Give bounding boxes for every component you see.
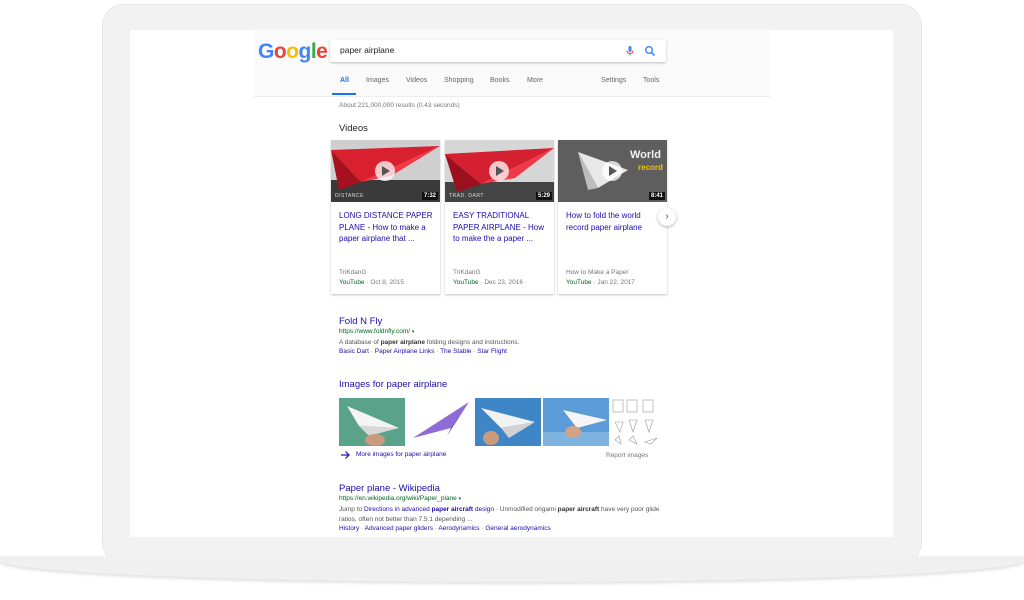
result-title[interactable]: Paper plane - Wikipedia — [339, 483, 440, 494]
search-icon[interactable] — [644, 45, 656, 57]
image-result[interactable] — [611, 398, 661, 446]
tab-books[interactable]: Books — [490, 77, 509, 84]
video-date: · Oct 8, 2015 — [364, 279, 404, 286]
search-input[interactable]: paper airplane — [340, 45, 394, 55]
arrow-right-icon[interactable] — [340, 450, 350, 460]
tab-tools[interactable]: Tools — [643, 77, 659, 84]
result-url[interactable]: https://www.foldnfly.com/ ▾ — [339, 328, 414, 335]
sitelinks: Basic Dart · Paper Airplane Links · The … — [339, 348, 507, 355]
result-title[interactable]: Fold N Fly — [339, 316, 382, 327]
paper-plane-photo — [339, 398, 405, 446]
sitelink[interactable]: Basic Dart — [339, 348, 369, 355]
video-title[interactable]: EASY TRADITIONAL PAPER AIRPLANE - How to… — [453, 210, 549, 245]
paper-plane-photo — [407, 398, 473, 446]
microphone-icon[interactable] — [624, 45, 636, 57]
video-source: YouTube · Dec 23, 2016 — [453, 279, 523, 286]
video-source: YouTube · Oct 8, 2015 — [339, 279, 404, 286]
thumbnail-caption: DISTANCE — [335, 193, 364, 199]
video-card[interactable]: TRAD. DART 5:29 EASY TRADITIONAL PAPER A… — [445, 140, 554, 294]
video-thumbnail[interactable]: TRAD. DART 5:29 — [445, 140, 554, 202]
google-logo[interactable]: Google — [258, 40, 328, 64]
video-duration: 5:29 — [535, 192, 552, 200]
result-snippet: Jump to Directions in advanced paper air… — [339, 506, 660, 523]
play-icon[interactable] — [489, 161, 509, 181]
tab-settings[interactable]: Settings — [601, 77, 626, 84]
carousel-next-button[interactable]: › — [658, 208, 676, 226]
active-tab-indicator — [332, 93, 356, 95]
video-duration: 8:41 — [648, 192, 665, 200]
video-card[interactable]: DISTANCE 7:32 LONG DISTANCE PAPER PLANE … — [331, 140, 440, 294]
video-platform: YouTube — [453, 279, 479, 286]
video-date: · Dec 23, 2016 — [478, 279, 523, 286]
image-result[interactable] — [475, 398, 541, 446]
sitelink[interactable]: The Stable — [440, 348, 471, 355]
video-channel: How to Make a Paper — [566, 269, 629, 276]
image-result[interactable] — [339, 398, 405, 446]
video-thumbnail[interactable]: World record 8:41 — [558, 140, 667, 202]
sitelink[interactable]: Star Flight — [477, 348, 507, 355]
sitelink[interactable]: Aerodynamics — [438, 525, 479, 532]
browser-screen: Google paper airplane All Images Videos … — [130, 30, 893, 537]
video-card[interactable]: World record 8:41 How to fold the world … — [558, 140, 667, 294]
more-images-link[interactable]: More images for paper airplane — [356, 451, 446, 458]
tab-videos[interactable]: Videos — [406, 77, 427, 84]
video-channel: TriKdanG — [453, 269, 481, 276]
play-icon[interactable] — [375, 161, 395, 181]
videos-heading: Videos — [339, 123, 368, 134]
thumbnail-word: World — [630, 149, 661, 161]
video-source: YouTube · Jan 22, 2017 — [566, 279, 635, 286]
video-platform: YouTube — [566, 279, 592, 286]
search-tabs: All Images Videos Shopping Books More Se… — [340, 77, 760, 95]
video-platform: YouTube — [339, 279, 365, 286]
images-heading[interactable]: Images for paper airplane — [339, 379, 447, 390]
dropdown-arrow-icon[interactable]: ▾ — [459, 496, 462, 502]
tab-more[interactable]: More — [527, 77, 543, 84]
thumbnail-word: record — [638, 163, 663, 172]
tab-images[interactable]: Images — [366, 77, 389, 84]
video-title[interactable]: LONG DISTANCE PAPER PLANE - How to make … — [339, 210, 435, 245]
sitelink[interactable]: Paper Airplane Links — [375, 348, 435, 355]
image-result[interactable] — [407, 398, 473, 446]
paper-plane-photo — [543, 398, 609, 446]
play-icon[interactable] — [602, 161, 622, 181]
video-thumbnail[interactable]: DISTANCE 7:32 — [331, 140, 440, 202]
sitelink[interactable]: History — [339, 525, 359, 532]
laptop-base — [0, 556, 1024, 582]
search-header: Google paper airplane All Images Videos … — [254, 30, 770, 97]
video-date: · Jan 22, 2017 — [591, 279, 635, 286]
sitelink[interactable]: Advanced paper gliders — [365, 525, 433, 532]
video-title[interactable]: How to fold the world record paper airpl… — [566, 210, 662, 233]
tab-shopping[interactable]: Shopping — [444, 77, 474, 84]
folding-diagram-image — [611, 398, 661, 446]
image-result[interactable] — [543, 398, 609, 446]
report-images-link[interactable]: Report images — [606, 452, 648, 459]
video-duration: 7:32 — [421, 192, 438, 200]
paper-plane-photo — [475, 398, 541, 446]
thumbnail-caption: TRAD. DART — [449, 193, 484, 199]
dropdown-arrow-icon[interactable]: ▾ — [412, 329, 415, 335]
sitelinks: History · Advanced paper gliders · Aerod… — [339, 525, 551, 532]
result-url[interactable]: https://en.wikipedia.org/wiki/Paper_plan… — [339, 495, 461, 502]
video-channel: TriKdanG — [339, 269, 367, 276]
result-snippet: A database of paper airplane folding des… — [339, 339, 520, 346]
tab-all[interactable]: All — [340, 77, 349, 84]
sitelink[interactable]: General aerodynamics — [485, 525, 550, 532]
result-stats: About 221,000,000 results (0.43 seconds) — [339, 102, 460, 109]
search-box[interactable]: paper airplane — [330, 40, 666, 62]
